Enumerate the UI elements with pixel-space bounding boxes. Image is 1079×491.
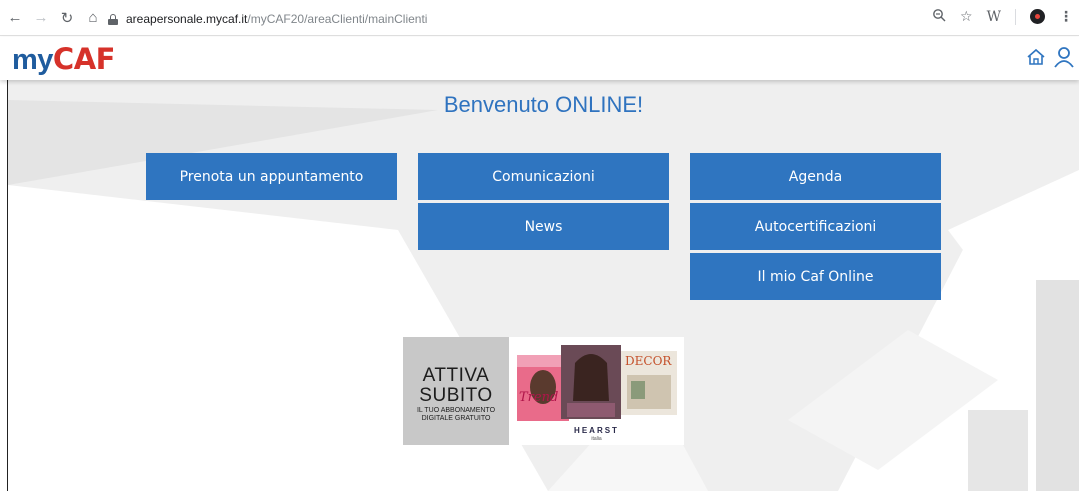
tile-autocertificazioni[interactable]: Autocertificazioni [690, 203, 941, 250]
tile-news[interactable]: News [418, 203, 669, 250]
ad-subtext-2: DIGITALE GRATUITO [421, 415, 491, 422]
reload-icon[interactable]: ↻ [56, 7, 78, 29]
menu-icon[interactable]: ⋮ [1059, 8, 1073, 25]
url-host: areapersonale.mycaf.it [126, 12, 248, 26]
zoom-icon[interactable] [932, 8, 946, 25]
ad-headline-1: ATTIVA [422, 365, 490, 386]
main-content: Benvenuto ONLINE! Prenota un appuntament… [8, 80, 1079, 491]
forward-icon[interactable]: → [30, 7, 52, 29]
home-icon[interactable] [1025, 45, 1047, 69]
tile-comunicazioni[interactable]: Comunicazioni [418, 153, 669, 200]
ad-headline-2: SUBITO [419, 385, 493, 406]
site-header: myCAF [0, 37, 1079, 80]
magazine-covers-image: Trend DECOR [517, 345, 677, 421]
tile-prenota-appuntamento[interactable]: Prenota un appuntamento [146, 153, 397, 200]
browser-toolbar: ← → ↻ ⌂ areapersonale.mycaf.it/myCAF20/a… [0, 0, 1079, 36]
extension-w-icon[interactable]: W [987, 9, 1001, 25]
mycaf-logo[interactable]: myCAF [12, 42, 115, 77]
hearst-ad-banner[interactable]: ATTIVA SUBITO IL TUO ABBONAMENTO DIGITAL… [403, 337, 684, 445]
tile-agenda[interactable]: Agenda [690, 153, 941, 200]
hearst-sub: italia [591, 436, 602, 442]
mag-decor-text: DECOR [625, 354, 672, 368]
url-path: /myCAF20/areaClienti/mainClienti [247, 12, 428, 26]
address-bar[interactable]: areapersonale.mycaf.it/myCAF20/areaClien… [108, 8, 828, 30]
back-icon[interactable]: ← [4, 7, 26, 29]
star-icon[interactable]: ☆ [960, 8, 973, 25]
user-icon[interactable] [1053, 45, 1075, 69]
page-title: Benvenuto ONLINE! [443, 92, 644, 117]
lock-icon[interactable] [108, 13, 118, 25]
hearst-logo: HEARST [574, 426, 619, 435]
extension-icon[interactable] [1030, 9, 1045, 24]
home-icon[interactable]: ⌂ [82, 7, 104, 29]
tile-il-mio-caf-online[interactable]: Il mio Caf Online [690, 253, 941, 300]
mag-trend-text: Trend [519, 390, 558, 405]
ad-subtext-1: IL TUO ABBONAMENTO [416, 407, 496, 414]
toolbar-divider [1015, 8, 1016, 25]
